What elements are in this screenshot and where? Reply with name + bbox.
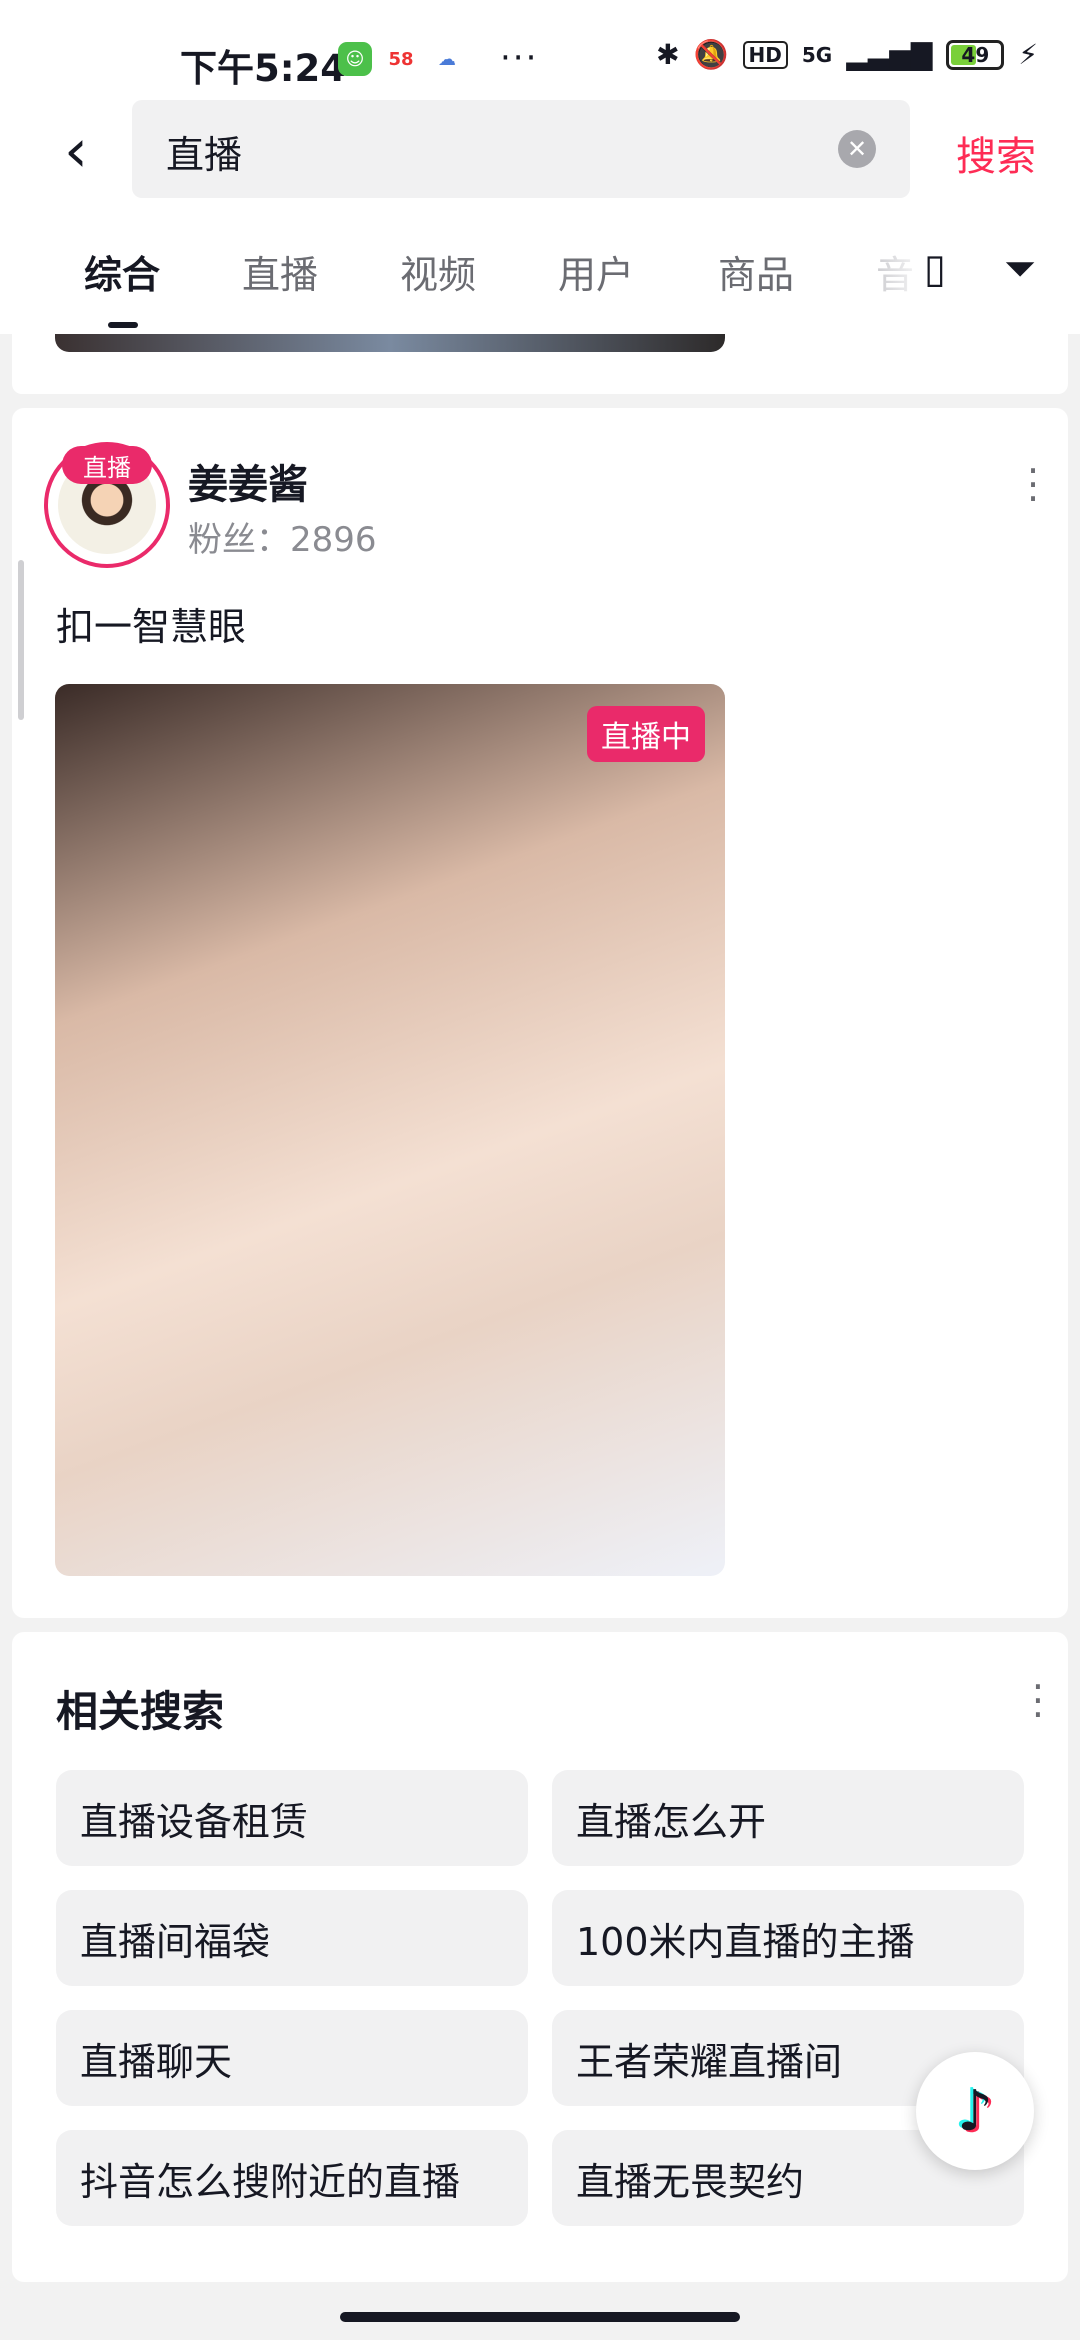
related-searches: 相关搜索 · · · 直播设备租赁 直播怎么开 直播间福袋 100米内直播的主播 直… (12, 1632, 1068, 2282)
search-query: 直播 (166, 133, 243, 177)
tab-live[interactable]: 直播 (242, 244, 318, 299)
avatar-live-badge: 直播 (62, 446, 152, 484)
live-result-card[interactable]: 直播 姜姜酱 粉丝：2896 · · · 扣一智慧眼 直播中 (12, 408, 1068, 1618)
58-icon: 58 (384, 42, 418, 76)
tab-all[interactable]: 综合 (84, 244, 160, 299)
related-item[interactable]: 抖音怎么搜附近的直播 (56, 2130, 528, 2226)
back-button[interactable]: ‹ (48, 116, 104, 186)
douyin-icon: ♪ (957, 2078, 993, 2144)
live-thumbnail[interactable]: 直播中 (55, 684, 725, 1576)
mute-bell-icon: 🔕 (693, 38, 729, 71)
status-indicators: ✱ 🔕 HD 5G ▂▃▅▇ 49 ⚡ (656, 38, 1038, 71)
scrollbar[interactable] (18, 560, 24, 720)
previous-result-card (12, 334, 1068, 394)
cloud-icon: ☁ (430, 42, 464, 76)
active-tab-indicator (108, 322, 138, 328)
related-item[interactable]: 直播设备租赁 (56, 1770, 528, 1866)
battery-level: 49 (961, 42, 990, 67)
live-now-tag: 直播中 (587, 706, 705, 762)
status-bar: 下午5:24 ☺ 58 ☁ ··· ✱ 🔕 HD 5G ▂▃▅▇ 49 ⚡ (0, 0, 1080, 96)
bluetooth-icon: ✱ (656, 38, 680, 71)
more-notifications-icon: ··· (500, 38, 539, 78)
search-input[interactable]: 直播 ✕ (132, 100, 910, 198)
follower-count: 粉丝：2896 (188, 520, 377, 560)
hd-icon: HD (742, 40, 788, 69)
related-item[interactable]: 直播间福袋 (56, 1890, 528, 1986)
network-label: 5G (801, 42, 833, 67)
charging-icon: ⚡ (1018, 38, 1038, 71)
search-button[interactable]: 搜索 (956, 124, 1036, 182)
related-item[interactable]: 100米内直播的主播 (552, 1890, 1024, 1986)
battery-icon: 49 (946, 39, 1005, 70)
tab-video[interactable]: 视频 (400, 244, 476, 299)
result-tabs: 综合 直播 视频 用户 商品 音 ▯ ⏷ (0, 224, 1080, 334)
douyin-button[interactable]: ♪ (916, 2052, 1034, 2170)
previous-thumbnail[interactable] (55, 334, 725, 352)
tab-user[interactable]: 用户 (558, 244, 634, 299)
clear-icon[interactable]: ✕ (838, 130, 876, 168)
tablet-icon[interactable]: ▯ (924, 246, 946, 292)
related-more-icon[interactable]: · · · (1032, 1668, 1044, 1734)
filter-icon[interactable]: ⏷ (1004, 246, 1036, 292)
status-app-icons: ☺ 58 ☁ (338, 42, 464, 76)
tab-fade (870, 224, 930, 334)
live-caption[interactable]: 扣一智慧眼 (56, 596, 246, 651)
wechat-icon: ☺ (338, 42, 372, 76)
tab-goods[interactable]: 商品 (718, 244, 794, 299)
related-title: 相关搜索 (56, 1687, 225, 1736)
back-icon: ‹ (64, 116, 88, 186)
more-options-icon[interactable]: · · · (1018, 452, 1048, 518)
home-indicator[interactable] (340, 2312, 740, 2322)
related-item[interactable]: 直播怎么开 (552, 1770, 1024, 1866)
search-header: ‹ 直播 ✕ 搜索 (0, 96, 1080, 224)
status-time: 下午5:24 (180, 47, 347, 90)
signal-icon: ▂▃▅▇ (846, 38, 933, 71)
user-name[interactable]: 姜姜酱 (188, 452, 308, 510)
related-item[interactable]: 直播聊天 (56, 2010, 528, 2106)
